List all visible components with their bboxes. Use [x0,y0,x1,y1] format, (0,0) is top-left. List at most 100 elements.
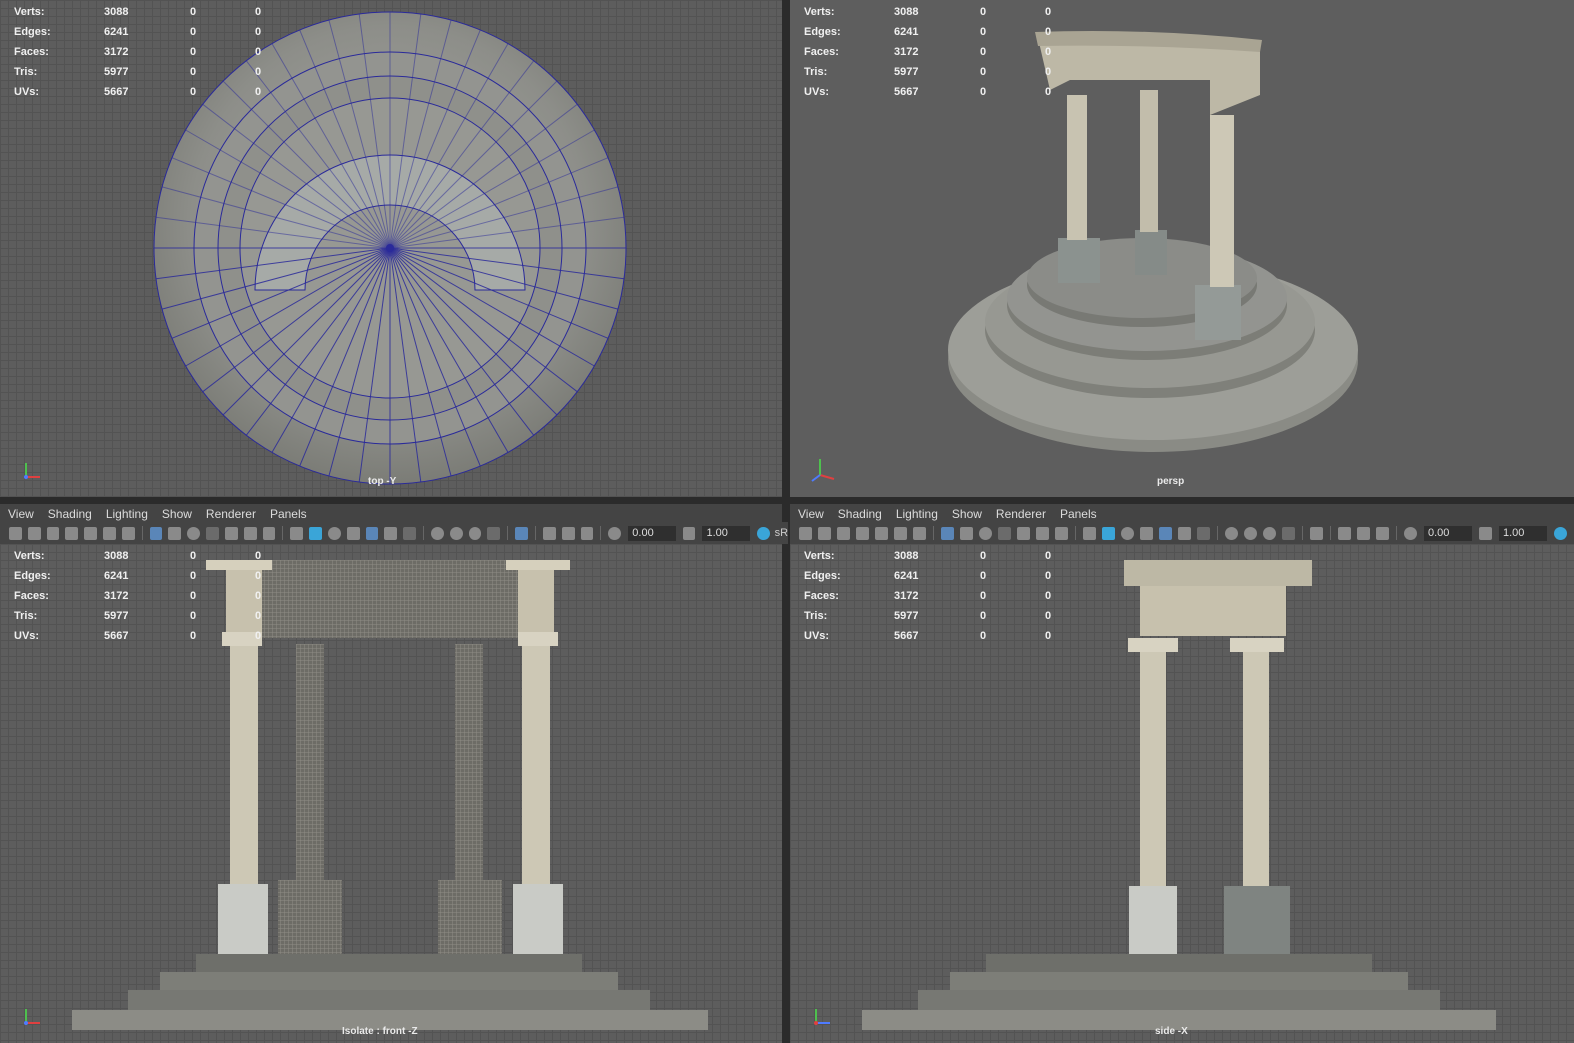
menu-lighting[interactable]: Lighting [106,507,148,521]
menu-renderer[interactable]: Renderer [206,507,256,521]
gamma-field[interactable]: 1.00 [1499,525,1547,541]
anti-alias-icon[interactable] [1263,526,1276,540]
viewport-top[interactable]: Verts: 3088 0 0 Edges: 6241 0 0 Faces: 3172 0 0 T… [0,0,782,497]
camera-attr-icon[interactable] [837,526,850,540]
screen-space-ao-icon[interactable] [431,526,444,540]
menu-panels[interactable]: Panels [1060,507,1097,521]
gate-mask-icon[interactable] [206,526,219,540]
panel-menubar-side: View Shading Lighting Show Renderer Pane… [790,504,1574,524]
viewport-label: Isolate : front -Z [342,1026,418,1037]
default-material-icon[interactable] [327,526,341,540]
pan-zoom-icon[interactable] [103,526,116,540]
backface-cull-icon[interactable] [580,526,594,540]
camera-lock-icon[interactable] [818,526,831,540]
colorspace-label[interactable]: sR [775,527,788,539]
image-plane-icon[interactable] [84,526,98,540]
textured-icon[interactable] [365,526,379,540]
exposure-field[interactable]: 0.00 [1424,525,1472,541]
safe-action-icon[interactable] [1036,526,1049,540]
bookmark-icon[interactable] [65,526,79,540]
gamma-icon [1479,526,1492,540]
bookmark-icon[interactable] [856,526,869,540]
safe-title-icon[interactable] [262,526,276,540]
gamma-field[interactable]: 1.00 [702,525,750,541]
depth-of-field-icon[interactable] [1282,526,1295,540]
viewport-front[interactable]: Verts: 3088 0 0 Edges: 6241 0 0 Faces: 3172 0 0 T… [0,544,782,1043]
menu-show[interactable]: Show [952,507,982,521]
xray-icon[interactable] [543,526,556,540]
gamma-icon [682,526,696,540]
wireframe-on-shaded-icon[interactable] [346,526,360,540]
xray-joints-icon[interactable] [561,526,575,540]
smooth-shade-icon[interactable] [1102,526,1115,540]
shadows-icon[interactable] [1197,526,1210,540]
toolbar-divider [423,526,425,540]
pedestal-left [1058,238,1100,283]
resolution-gate-icon[interactable] [979,526,992,540]
viewport-persp[interactable]: Verts: 3088 0 0 Edges: 6241 0 0 Faces: 3172 0 0 T… [790,0,1574,497]
menu-view[interactable]: View [8,507,34,521]
depth-of-field-icon[interactable] [487,526,501,540]
textured-icon[interactable] [1159,526,1172,540]
safe-title-icon[interactable] [1055,526,1068,540]
isolate-select-icon[interactable] [1310,526,1323,540]
field-chart-icon[interactable] [224,526,238,540]
camera-attr-icon[interactable] [46,526,60,540]
film-gate-icon[interactable] [960,526,973,540]
menu-renderer[interactable]: Renderer [996,507,1046,521]
default-material-icon[interactable] [1121,526,1134,540]
menu-lighting[interactable]: Lighting [896,507,938,521]
grid-icon[interactable] [149,526,163,540]
hud-row: Faces: 3172 0 0 [804,46,1052,58]
camera-lock-icon[interactable] [27,526,41,540]
grease-pencil-icon[interactable] [913,526,926,540]
anti-alias-icon[interactable] [468,526,482,540]
smooth-shade-icon[interactable] [309,526,322,540]
hud-row: Edges: 6241 0 0 [14,570,262,582]
pan-zoom-icon[interactable] [894,526,907,540]
resolution-gate-icon[interactable] [187,526,201,540]
menu-show[interactable]: Show [162,507,192,521]
wireframe-icon[interactable] [290,526,304,540]
mesh-column-left [296,644,324,880]
xray-icon[interactable] [1338,526,1351,540]
entablature-right [518,568,554,632]
safe-action-icon[interactable] [243,526,257,540]
exposure-field[interactable]: 0.00 [628,525,676,541]
menu-shading[interactable]: Shading [838,507,882,521]
pedestal-left [1129,886,1177,954]
isolate-select-icon[interactable] [515,526,529,540]
wireframe-icon[interactable] [1083,526,1096,540]
viewport-side[interactable]: Verts: 3088 0 0 Edges: 6241 0 0 Faces: 3172 0 0 T… [790,544,1574,1043]
lights-icon[interactable] [384,526,398,540]
gate-mask-icon[interactable] [998,526,1011,540]
field-chart-icon[interactable] [1017,526,1030,540]
column-right [1243,648,1269,886]
mesh-pedestal-left [278,880,342,954]
grid-icon[interactable] [941,526,954,540]
pedestal-right [1224,886,1290,954]
wireframe-on-shaded-icon[interactable] [1140,526,1153,540]
menu-shading[interactable]: Shading [48,507,92,521]
lights-icon[interactable] [1178,526,1191,540]
camera-icon[interactable] [799,526,812,540]
film-gate-icon[interactable] [168,526,182,540]
backface-cull-icon[interactable] [1376,526,1389,540]
panel-toolbar-front: 0.00 1.00 sR [0,522,788,544]
step-side-2 [918,990,1440,1010]
pedestal-left [218,884,268,954]
color-management-icon[interactable] [1554,526,1567,540]
motion-blur-icon[interactable] [1244,526,1257,540]
grease-pencil-icon[interactable] [121,526,135,540]
hud-row: Faces: 3172 0 0 [14,590,262,602]
image-plane-icon[interactable] [875,526,888,540]
screen-space-ao-icon[interactable] [1225,526,1238,540]
shadows-icon[interactable] [403,526,417,540]
motion-blur-icon[interactable] [449,526,463,540]
xray-joints-icon[interactable] [1357,526,1370,540]
menu-panels[interactable]: Panels [270,507,307,521]
hud-row: Tris: 5977 0 0 [14,66,262,78]
color-management-icon[interactable] [756,526,770,540]
camera-icon[interactable] [9,526,22,540]
menu-view[interactable]: View [798,507,824,521]
